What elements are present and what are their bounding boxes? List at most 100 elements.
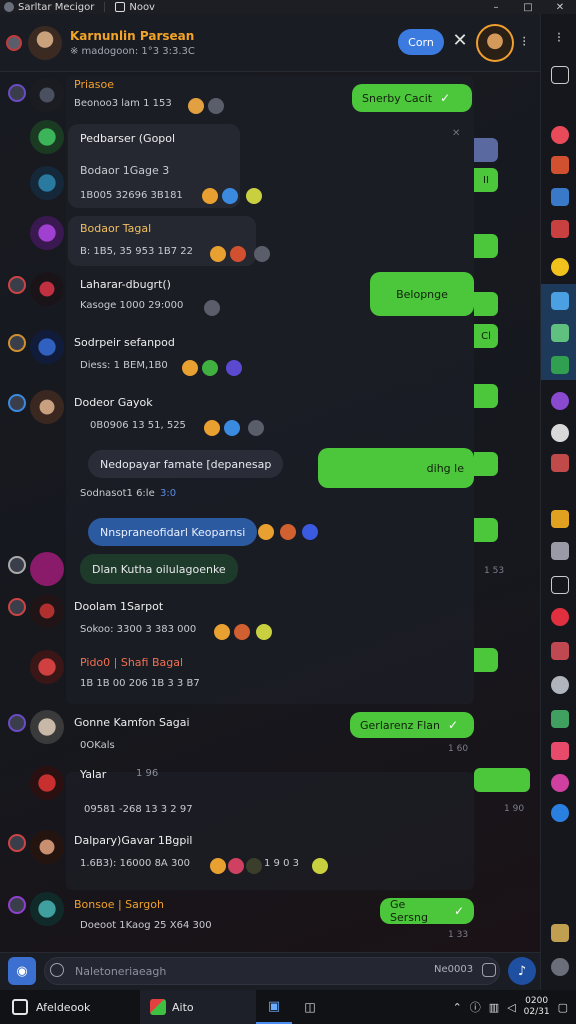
dock-app-frame-icon[interactable] bbox=[551, 576, 569, 594]
reply-icon[interactable] bbox=[8, 834, 26, 852]
outgoing-bubble[interactable]: Gerlarenz Flan ✓ bbox=[350, 712, 474, 738]
dock-app-crimson-icon[interactable] bbox=[551, 608, 569, 626]
edge-bubble[interactable] bbox=[474, 292, 498, 316]
reply-icon[interactable] bbox=[8, 334, 26, 352]
dock-app-photo-icon[interactable] bbox=[551, 220, 569, 238]
avatar[interactable] bbox=[30, 166, 64, 200]
taskbar-active-app-icon[interactable]: ▣ bbox=[256, 990, 292, 1024]
emoji-icon[interactable] bbox=[50, 963, 64, 977]
reaction-icon[interactable] bbox=[280, 524, 296, 540]
reaction-icon[interactable] bbox=[226, 360, 242, 376]
dock-app-sky-icon[interactable] bbox=[551, 292, 569, 310]
attach-icon[interactable] bbox=[482, 963, 496, 977]
minimize-button[interactable]: – bbox=[480, 0, 512, 14]
edge-bubble[interactable] bbox=[474, 234, 498, 258]
dock-app-sand-icon[interactable] bbox=[551, 924, 569, 942]
outgoing-bubble[interactable]: Belopnge bbox=[370, 272, 474, 316]
edge-bubble[interactable] bbox=[474, 384, 498, 408]
dock-app-orange-icon[interactable] bbox=[551, 156, 569, 174]
dock-menu-icon[interactable]: ⁝ bbox=[541, 14, 576, 62]
avatar[interactable] bbox=[30, 650, 64, 684]
reaction-icon[interactable] bbox=[222, 188, 238, 204]
close-window-button[interactable]: ✕ bbox=[544, 0, 576, 14]
avatar[interactable] bbox=[30, 594, 64, 628]
reaction-icon[interactable] bbox=[228, 858, 244, 874]
dock-window-icon[interactable] bbox=[551, 66, 569, 84]
reaction-icon[interactable] bbox=[312, 858, 328, 874]
reaction-icon[interactable] bbox=[246, 858, 262, 874]
reaction-icon[interactable] bbox=[224, 420, 240, 436]
edge-bubble[interactable]: II bbox=[474, 168, 498, 192]
tray-volume-icon[interactable]: ◁ bbox=[507, 1001, 515, 1014]
reply-icon[interactable] bbox=[8, 394, 26, 412]
highlighted-pill[interactable]: Nnspraneofidarl Keoparnsi bbox=[88, 518, 258, 546]
dock-app-leaf-icon[interactable] bbox=[551, 356, 569, 374]
reaction-icon[interactable] bbox=[182, 360, 198, 376]
reply-icon[interactable] bbox=[8, 896, 26, 914]
reaction-icon[interactable] bbox=[302, 524, 318, 540]
dock-app-berry-icon[interactable] bbox=[551, 642, 569, 660]
edge-bubble[interactable] bbox=[474, 138, 498, 162]
edge-bubble[interactable]: Cl bbox=[474, 324, 498, 348]
dock-app-white-icon[interactable] bbox=[551, 424, 569, 442]
reply-icon[interactable] bbox=[8, 276, 26, 294]
avatar[interactable] bbox=[30, 390, 64, 424]
reaction-icon[interactable] bbox=[248, 420, 264, 436]
avatar[interactable] bbox=[30, 830, 64, 864]
taskbar-app[interactable]: Aito bbox=[140, 990, 256, 1024]
outgoing-bubble[interactable]: dihg le bbox=[318, 448, 474, 488]
edge-bubble[interactable] bbox=[474, 518, 498, 542]
dock-app-grey-icon[interactable] bbox=[551, 542, 569, 560]
reaction-icon[interactable] bbox=[202, 188, 218, 204]
system-pill[interactable]: Dlan Kutha oilulagoenke bbox=[80, 554, 238, 584]
notifications-icon[interactable]: ▢ bbox=[558, 1001, 568, 1014]
dock-app-pink-icon[interactable] bbox=[551, 742, 569, 760]
reaction-icon[interactable] bbox=[214, 624, 230, 640]
close-icon[interactable]: ✕ bbox=[450, 30, 470, 54]
clock[interactable]: 0200 02/31 bbox=[524, 996, 550, 1018]
edge-bubble[interactable] bbox=[474, 768, 530, 792]
contact-avatar[interactable] bbox=[28, 25, 62, 60]
dock-app-purple-icon[interactable] bbox=[551, 392, 569, 410]
header-action-button[interactable]: Corn bbox=[398, 29, 444, 55]
reaction-icon[interactable] bbox=[246, 188, 262, 204]
dock-emoji-icon[interactable] bbox=[551, 258, 569, 276]
dismiss-icon[interactable]: ✕ bbox=[452, 128, 460, 139]
taskbar-window-icon[interactable]: ◫ bbox=[292, 990, 328, 1024]
dock-app-magenta-icon[interactable] bbox=[551, 774, 569, 792]
tray-info-icon[interactable]: ⓘ bbox=[470, 999, 481, 1015]
message-input[interactable] bbox=[44, 957, 500, 985]
system-pill[interactable]: Nedopayar famate [depanesap bbox=[88, 450, 284, 478]
reaction-icon[interactable] bbox=[210, 246, 226, 262]
dock-app-silver-icon[interactable] bbox=[551, 676, 569, 694]
self-avatar[interactable] bbox=[476, 24, 514, 62]
tray-up-icon[interactable]: ⌃ bbox=[453, 1001, 462, 1014]
reaction-icon[interactable] bbox=[256, 624, 272, 640]
avatar[interactable] bbox=[30, 78, 64, 112]
avatar[interactable] bbox=[30, 330, 64, 364]
microphone-icon[interactable]: ♪ bbox=[508, 957, 536, 985]
avatar[interactable] bbox=[30, 552, 64, 586]
dock-app-green-icon[interactable] bbox=[551, 324, 569, 342]
start-button[interactable]: Afeldeook bbox=[0, 999, 140, 1015]
avatar[interactable] bbox=[30, 710, 64, 744]
reaction-icon[interactable] bbox=[210, 858, 226, 874]
dock-app-forest-icon[interactable] bbox=[551, 710, 569, 728]
reply-icon[interactable] bbox=[8, 714, 26, 732]
dock-app-profile-icon[interactable] bbox=[551, 958, 569, 976]
reaction-icon[interactable] bbox=[230, 246, 246, 262]
reaction-icon[interactable] bbox=[204, 420, 220, 436]
reaction-icon[interactable] bbox=[234, 624, 250, 640]
dock-app-azure-icon[interactable] bbox=[551, 804, 569, 822]
reaction-icon[interactable] bbox=[188, 98, 204, 114]
avatar[interactable] bbox=[30, 892, 64, 926]
reaction-icon[interactable] bbox=[208, 98, 224, 114]
avatar[interactable] bbox=[30, 216, 64, 250]
dock-app-red-icon[interactable] bbox=[551, 126, 569, 144]
reaction-icon[interactable] bbox=[202, 360, 218, 376]
dock-app-gold-icon[interactable] bbox=[551, 510, 569, 528]
outgoing-bubble[interactable]: Ge Sersng ✓ bbox=[380, 898, 474, 924]
outgoing-bubble[interactable]: Snerby Cacit ✓ bbox=[352, 84, 472, 112]
tray-battery-icon[interactable]: ▥ bbox=[489, 1001, 499, 1014]
reaction-icon[interactable] bbox=[204, 300, 220, 316]
